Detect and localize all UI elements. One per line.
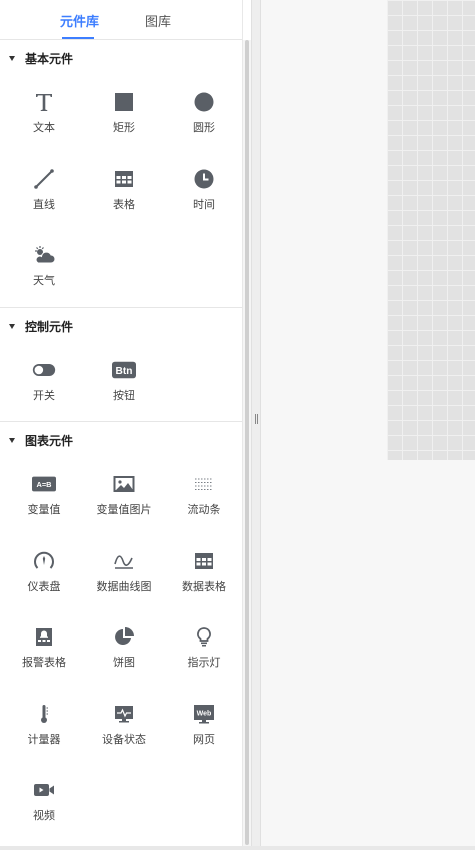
resize-grip-icon [255,414,258,424]
component-webpage[interactable]: Web 网页 [164,689,242,766]
indicator-bulb-icon [192,625,216,649]
component-label: 变量值图片 [96,503,152,516]
component-label: 报警表格 [22,656,66,669]
curve-chart-icon [112,549,136,573]
component-library-panel: 元件库 图库 基本元件 文本 矩形 圆形 直线 表格 时间 天气 控制元件 开关… [0,0,243,850]
section-title: 基本元件 [25,52,74,66]
component-label: 指示灯 [187,656,221,669]
component-video[interactable]: 视频 [4,765,84,842]
component-label: 视频 [33,809,55,822]
component-label: 开关 [33,388,55,402]
component-curve-chart[interactable]: 数据曲线图 [84,536,164,613]
section-title: 控制元件 [25,319,74,334]
table-icon [112,167,136,191]
button-icon-text: Btn [116,366,133,377]
panel-scrollbar-thumb[interactable] [245,40,249,845]
component-label: 圆形 [193,121,215,134]
component-label: 时间 [193,197,215,211]
component-pie-chart[interactable]: 饼图 [84,612,164,689]
circle-icon [192,90,216,114]
component-label: 表格 [113,197,135,211]
section-header-control[interactable]: 控制元件 [0,308,242,345]
component-device-status[interactable]: 设备状态 [84,689,164,766]
component-flow-bar[interactable]: 流动条 [164,459,242,536]
component-meter[interactable]: 计量器 [4,689,84,766]
component-table[interactable]: 表格 [84,154,164,231]
component-time[interactable]: 时间 [164,154,242,231]
toggle-switch-icon [32,358,56,382]
webpage-icon-text: Web [197,710,212,717]
thermometer-icon [32,702,56,726]
pie-chart-icon [112,625,136,649]
component-label: 数据曲线图 [96,579,152,593]
component-text[interactable]: 文本 [4,77,84,154]
component-line[interactable]: 直线 [4,154,84,231]
component-weather[interactable]: 天气 [4,230,84,307]
component-variable-value[interactable]: A=B 变量值 [4,459,84,536]
component-label: 变量值 [27,503,61,516]
component-label: 按钮 [113,388,135,402]
component-label: 数据表格 [182,579,226,593]
component-data-table[interactable]: 数据表格 [164,536,242,613]
tab-component-library[interactable]: 元件库 [60,11,99,30]
component-variable-image[interactable]: 变量值图片 [84,459,164,536]
component-gauge[interactable]: 仪表盘 [4,536,84,613]
component-label: 流动条 [187,503,221,516]
variable-image-icon [112,472,136,496]
caret-down-icon [9,323,15,329]
caret-down-icon [9,56,15,61]
component-circle[interactable]: 圆形 [164,77,242,154]
section-header-basic[interactable]: 基本元件 [0,40,242,77]
design-canvas-grid[interactable] [387,0,475,460]
section-header-chart[interactable]: 图表元件 [0,422,242,459]
data-table-icon [192,549,216,573]
component-label: 文本 [33,121,55,134]
component-label: 设备状态 [102,732,146,746]
component-label: 直线 [33,197,55,211]
alarm-table-icon [32,625,56,649]
component-label: 矩形 [113,121,135,134]
rectangle-icon [112,90,136,114]
panel-tabs: 元件库 图库 [0,0,242,40]
component-indicator-light[interactable]: 指示灯 [164,612,242,689]
video-icon [32,778,56,802]
panel-resize-splitter[interactable] [251,0,261,850]
section-basic-components: 基本元件 文本 矩形 圆形 直线 表格 时间 天气 [0,40,242,308]
component-label: 天气 [33,274,55,287]
component-label: 饼图 [113,656,135,669]
component-label: 网页 [193,732,215,746]
editor-workspace[interactable] [261,0,475,850]
section-chart-components: 图表元件 A=B 变量值 变量值图片 流动条 仪表盘 数据曲线图 数据表格 报警… [0,422,242,842]
component-label: 计量器 [27,732,61,746]
flow-bar-icon [192,472,216,496]
clock-icon [192,167,216,191]
weather-icon [32,243,56,267]
component-alarm-table[interactable]: 报警表格 [4,612,84,689]
section-control-components: 控制元件 开关 Btn 按钮 [0,308,242,422]
component-switch[interactable]: 开关 [4,345,84,422]
tab-gallery[interactable]: 图库 [145,11,171,30]
text-icon [32,90,56,114]
variable-value-icon: A=B [32,472,56,496]
active-tab-indicator [62,37,94,39]
device-status-icon [112,702,136,726]
section-title: 图表元件 [25,434,74,448]
variable-value-icon-text: A=B [37,480,52,489]
component-rectangle[interactable]: 矩形 [84,77,164,154]
gauge-icon [32,549,56,573]
component-button[interactable]: Btn 按钮 [84,345,164,422]
line-icon [32,167,56,191]
button-icon: Btn [112,358,136,382]
webpage-icon: Web [192,702,216,726]
caret-down-icon [9,438,15,443]
bottom-scrollbar[interactable] [0,846,475,850]
component-label: 仪表盘 [27,579,61,593]
